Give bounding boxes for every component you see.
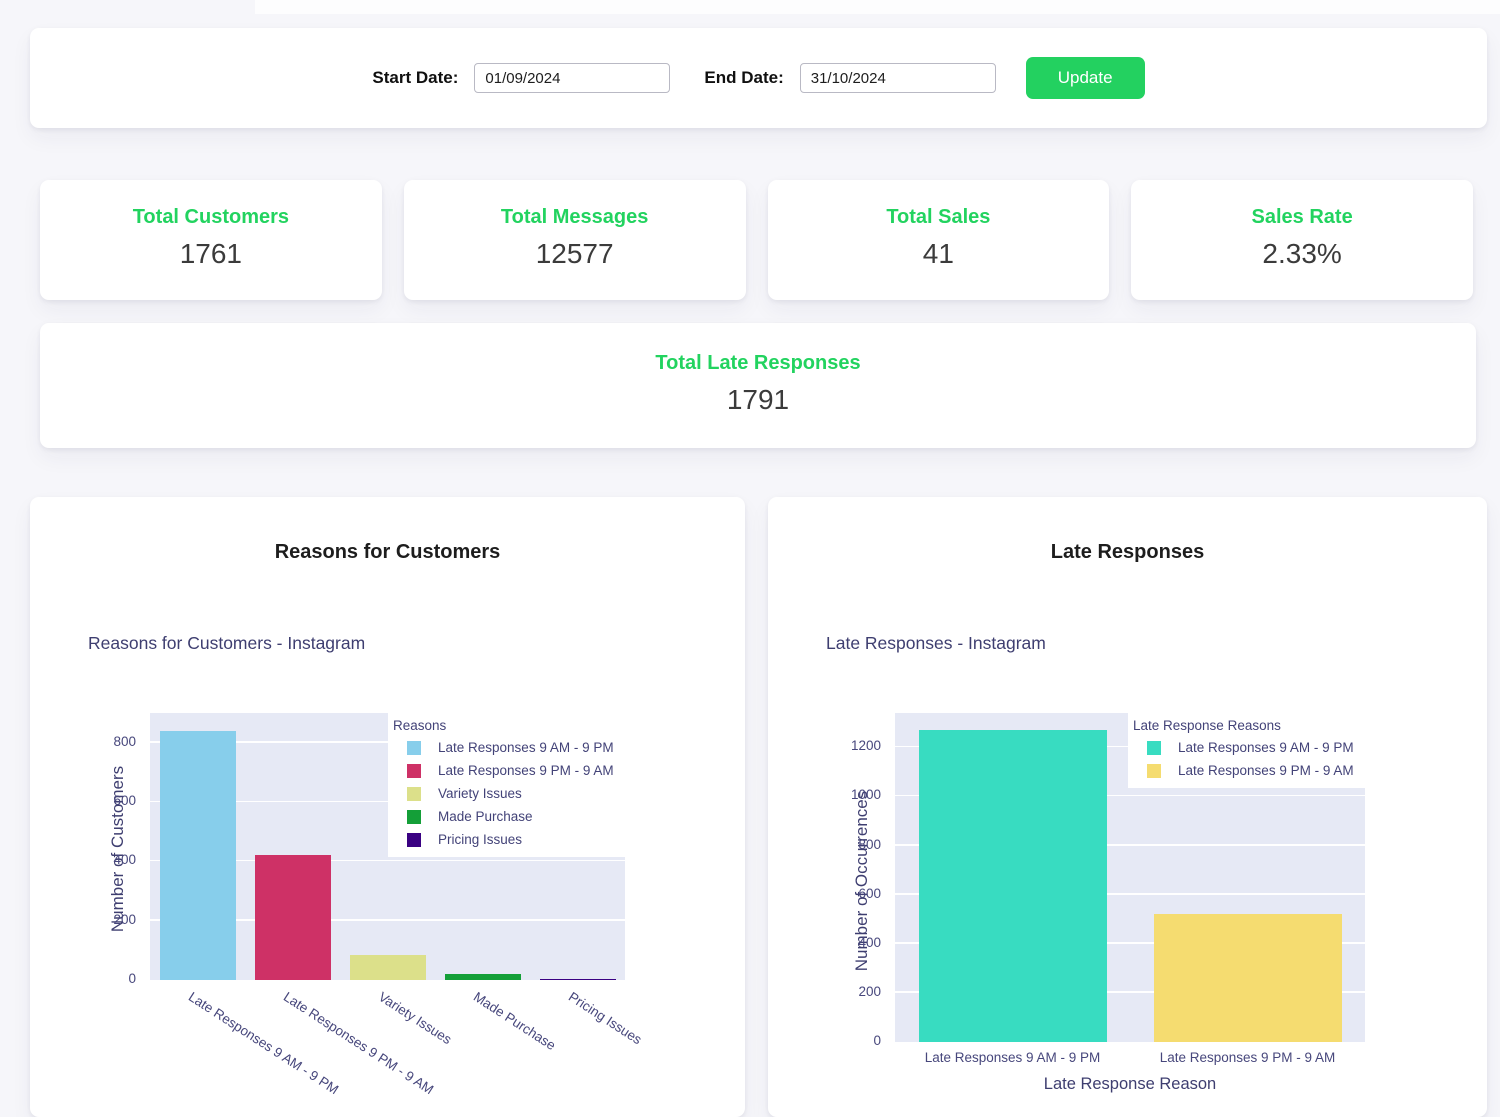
bar-chart-reasons: 0 200 400 600 800 Late Responses 9 AM - 9 PM L… [113,712,644,1097]
date-filter-bar: Start Date: End Date: Update [30,28,1487,128]
chart-title: Late Responses - Instagram [826,633,1046,653]
legend-swatch [407,786,421,801]
y-tick-label: 0 [128,971,136,986]
legend-item-label: Variety Issues [438,786,522,801]
stat-card-sales-rate: Sales Rate 2.33% [1131,180,1473,300]
chart-title: Reasons for Customers - Instagram [88,633,366,653]
stat-title: Sales Rate [1251,206,1353,228]
y-tick-label: 400 [858,934,881,950]
panel-title: Reasons for Customers [274,541,501,563]
panel-late-responses: Late Responses Late Responses - Instagra… [768,497,1487,1117]
y-tick-label: 800 [113,733,136,749]
panel-title: Late Responses [1050,541,1205,563]
legend-item-label: Late Responses 9 PM - 9 AM [1178,763,1354,778]
legend-swatch [407,809,421,824]
legend-title: Late Response Reasons [1133,718,1281,733]
bar[interactable] [1153,914,1342,1042]
top-strip [255,0,1500,14]
start-date-label: Start Date: [372,68,459,87]
legend-item-label: Made Purchase [438,809,533,824]
y-tick-label: 0 [873,1033,881,1048]
x-tick-label: Pricing Issues [565,989,644,1048]
legend-title: Reasons [393,718,447,733]
y-tick-label: 200 [858,983,881,999]
x-tick-label: Variety Issues [375,989,454,1048]
bar[interactable] [918,730,1107,1042]
stat-value: 1791 [726,384,790,415]
legend-item[interactable]: Pricing Issues [393,828,614,851]
end-date-label: End Date: [704,68,784,87]
stat-title: Total Customers [132,206,290,228]
legend-item-label: Late Responses 9 PM - 9 AM [438,763,614,778]
update-button[interactable]: Update [1025,57,1145,99]
bar[interactable] [254,855,331,980]
y-tick-label: 1200 [850,738,881,754]
bar[interactable] [159,730,236,980]
bar[interactable] [444,974,521,980]
stat-title: Total Sales [886,206,991,228]
start-date-field: Start Date: [372,63,671,93]
legend-item[interactable]: Late Responses 9 PM - 9 AM [1133,759,1354,782]
legend-swatch [1147,763,1161,778]
y-tick-label: 600 [113,793,136,808]
stat-card-total-customers: Total Customers 1761 [40,180,382,300]
legend: Late Response Reasons Late Responses 9 AM… [1128,712,1366,788]
x-axis-title: Late Response Reason [1043,1075,1217,1093]
stat-card-total-late-responses: Total Late Responses 1791 [40,323,1476,448]
x-tick-label: Late Responses 9 AM - 9 PM [924,1050,1101,1065]
stat-card-total-messages: Total Messages 12577 [403,180,746,300]
y-axis-title: Number of Customers [108,765,127,933]
legend-item[interactable]: Variety Issues [393,782,614,805]
legend-item[interactable]: Late Responses 9 PM - 9 AM [393,759,614,782]
legend-item[interactable]: Made Purchase [393,805,614,828]
end-date-input[interactable] [799,63,996,93]
legend-item-label: Late Responses 9 AM - 9 PM [1178,740,1354,755]
legend-item-label: Pricing Issues [438,832,523,847]
legend-swatch [407,832,421,847]
stat-value: 2.33% [1262,238,1342,269]
x-tick-label: Late Responses 9 AM - 9 PM [185,989,341,1098]
stat-value: 12577 [535,238,614,269]
legend-swatch [1147,740,1161,755]
y-tick-label: 400 [113,852,136,868]
panel-reasons-for-customers: Reasons for Customers Reasons for Custom… [30,497,745,1117]
y-tick-label: 600 [858,885,881,901]
x-tick-label: Made Purchase [470,989,558,1054]
legend-item-label: Late Responses 9 AM - 9 PM [438,740,614,755]
legend: Reasons Late Responses 9 AM - 9 PM Late Re… [388,712,626,857]
stat-value: 41 [922,238,954,269]
x-tick-label: Late Responses 9 PM - 9 AM [280,989,436,1098]
stat-value: 1761 [179,238,243,269]
bar[interactable] [539,978,616,980]
stats-row: Total Customers 1761 Total Messages 1257… [40,180,1473,300]
legend-item[interactable]: Late Responses 9 AM - 9 PM [393,736,614,759]
legend-item[interactable]: Late Responses 9 AM - 9 PM [1133,736,1354,759]
start-date-input[interactable] [474,63,671,93]
end-date-field: End Date: [704,63,996,93]
stat-card-total-sales: Total Sales 41 [767,180,1110,300]
stat-title: Total Late Responses [655,352,861,374]
legend-swatch [407,763,421,778]
x-tick-label: Late Responses 9 PM - 9 AM [1159,1050,1336,1065]
y-tick-label: 200 [113,911,136,927]
stat-title: Total Messages [500,206,649,228]
bar-chart-late-responses: 0 200 400 600 800 1000 1200 Late Responses 9 AM… [851,712,1366,1065]
y-tick-label: 1000 [850,787,881,803]
bar[interactable] [349,954,426,980]
y-tick-label: 800 [858,836,881,852]
legend-swatch [407,740,421,755]
